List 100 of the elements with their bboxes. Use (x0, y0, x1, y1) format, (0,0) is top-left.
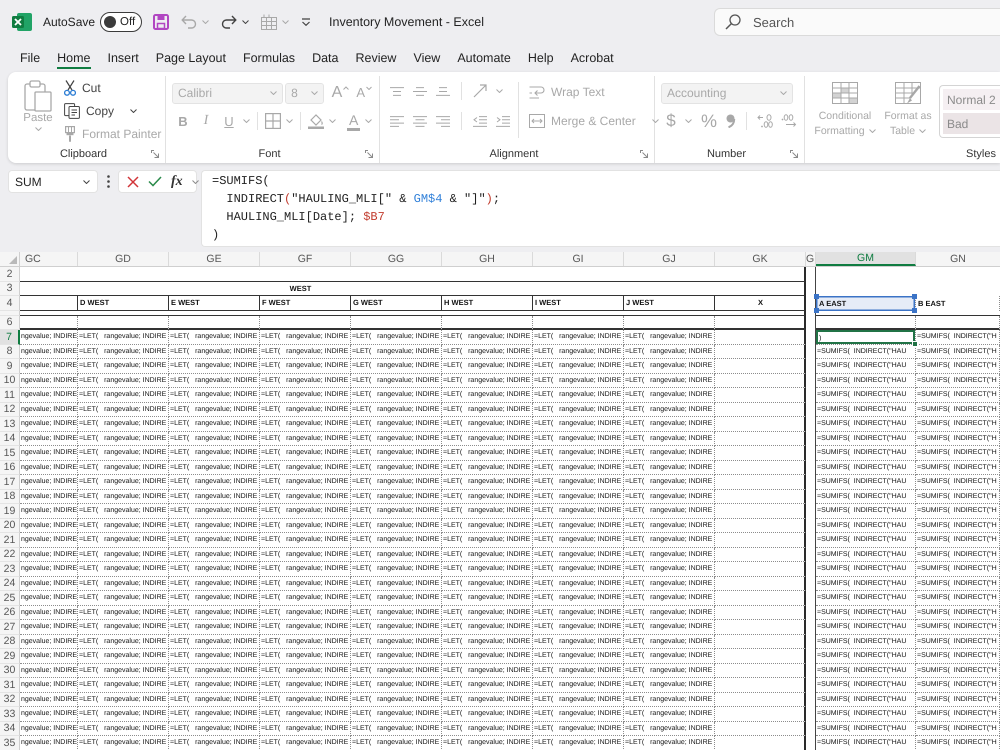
menu-tab[interactable]: File (20, 48, 40, 68)
row-header[interactable]: 19 (0, 504, 20, 518)
row-header[interactable]: 11 (0, 388, 20, 402)
row-header[interactable]: 20 (0, 518, 20, 533)
row-header[interactable]: 12 (0, 402, 20, 417)
row-header[interactable] (0, 310, 20, 316)
column-header[interactable]: GJ (624, 252, 715, 266)
corner-handle[interactable] (912, 294, 917, 299)
corner-arrow-icon[interactable] (640, 150, 648, 158)
row-header[interactable]: 34 (0, 722, 20, 736)
caret-icon (34, 127, 42, 131)
row-header[interactable]: 22 (0, 548, 20, 562)
group-label: Styles (966, 148, 996, 160)
menu-tab[interactable]: Data (312, 48, 338, 68)
row-header[interactable]: 24 (0, 576, 20, 591)
corner-arrow-icon[interactable] (790, 150, 798, 158)
corner-arrow-icon[interactable] (151, 150, 159, 158)
row-header[interactable]: 14 (0, 432, 20, 446)
formula-field[interactable]: =SUMIFS( INDIRECT("HAULING_MLI[" & GM$4 & "]"); HAULING_MLI[Date]; $B7 ) (201, 170, 1000, 247)
menu-tab[interactable]: Review (355, 48, 396, 68)
table-brush-icon (895, 82, 921, 104)
scissors-icon (64, 80, 76, 96)
column-header[interactable]: GE (169, 252, 260, 266)
row-header[interactable]: 23 (0, 562, 20, 576)
copy-icon (64, 102, 80, 118)
caret-icon[interactable] (242, 20, 250, 24)
column-header[interactable]: GN (916, 252, 1000, 266)
cross-icon[interactable] (127, 176, 139, 188)
row-header[interactable]: 2 (0, 267, 20, 282)
row-header[interactable]: 17 (0, 475, 20, 490)
group-label: Number (706, 148, 746, 160)
save-icon[interactable] (153, 14, 170, 30)
redo-icon[interactable] (221, 15, 238, 29)
cut-button[interactable]: Cut (62, 76, 164, 99)
vertical-dots-icon[interactable] (107, 175, 110, 188)
row-header[interactable]: 31 (0, 678, 20, 692)
autosave-label: AutoSave (43, 15, 96, 29)
row-header[interactable]: 10 (0, 374, 20, 388)
menu-tab[interactable]: Insert (108, 48, 139, 68)
row-header[interactable]: 18 (0, 490, 20, 504)
wrap-text-icon (529, 84, 545, 98)
triangle-icon[interactable] (9, 256, 17, 264)
search-icon (725, 14, 741, 30)
paintbrush-icon (64, 126, 76, 142)
row-header[interactable]: 9 (0, 359, 20, 374)
corner-handle[interactable] (814, 294, 819, 299)
caret-icon (652, 118, 659, 122)
menu-tab[interactable]: Page Layout (156, 48, 226, 68)
row-header[interactable]: 13 (0, 417, 20, 432)
column-header[interactable]: GM (816, 252, 916, 266)
caret-icon (130, 108, 138, 112)
caret-icon[interactable] (83, 180, 90, 184)
row-header[interactable]: 15 (0, 446, 20, 460)
row-header[interactable]: 7 (0, 330, 20, 344)
search-field[interactable]: Search (714, 8, 1000, 36)
menu-tab[interactable]: Formulas (242, 48, 296, 68)
merge-icon (529, 114, 545, 128)
row-header[interactable]: 16 (0, 460, 20, 475)
corner-handle[interactable] (814, 308, 819, 312)
group-label: Alignment (490, 148, 538, 160)
menu-tab[interactable]: Home (57, 48, 90, 68)
column-header[interactable]: GI (533, 252, 624, 266)
row-header[interactable]: 27 (0, 620, 20, 634)
row-header[interactable]: 28 (0, 634, 20, 649)
name-box[interactable]: SUM (8, 170, 98, 193)
column-header[interactable]: GC (20, 252, 78, 266)
row-header[interactable]: 30 (0, 664, 20, 678)
menu-tab[interactable]: Help (528, 48, 554, 68)
menu-tab[interactable]: View (413, 48, 440, 68)
app-logo-icon (12, 12, 32, 32)
column-header[interactable]: GK (715, 252, 806, 266)
row-header[interactable]: 3 (0, 282, 20, 296)
caret-icon (343, 86, 350, 90)
column-header[interactable]: GD (78, 252, 169, 266)
copy-button[interactable]: Copy (62, 99, 164, 122)
caret-icon (366, 86, 372, 90)
column-header[interactable]: GG (351, 252, 442, 266)
group-label: Font (258, 148, 280, 160)
row-header[interactable]: 4 (0, 296, 20, 310)
autosave-toggle[interactable]: Off (100, 12, 142, 32)
row-header[interactable]: 32 (0, 692, 20, 707)
fill-handle[interactable] (912, 340, 918, 346)
row-header[interactable]: 25 (0, 591, 20, 606)
row-header[interactable]: 8 (0, 344, 20, 359)
corner-arrow-icon[interactable] (365, 150, 373, 158)
column-header[interactable]: GF (260, 252, 351, 266)
insert-function-button[interactable]: fx (171, 174, 183, 190)
row-header[interactable]: 33 (0, 707, 20, 722)
corner-handle[interactable] (912, 308, 917, 312)
row-header[interactable]: 6 (0, 316, 20, 330)
menu-tab[interactable]: Acrobat (570, 48, 614, 68)
row-header[interactable]: 35 (0, 736, 20, 750)
column-header[interactable]: GH (442, 252, 533, 266)
row-header[interactable]: 29 (0, 649, 20, 664)
row-header[interactable]: 21 (0, 533, 20, 548)
check-icon[interactable] (148, 176, 162, 187)
menu-tab[interactable]: Automate (457, 48, 511, 68)
toggle-knob-icon (104, 16, 116, 28)
row-header[interactable]: 26 (0, 606, 20, 620)
dropdown-icon[interactable] (301, 18, 312, 26)
